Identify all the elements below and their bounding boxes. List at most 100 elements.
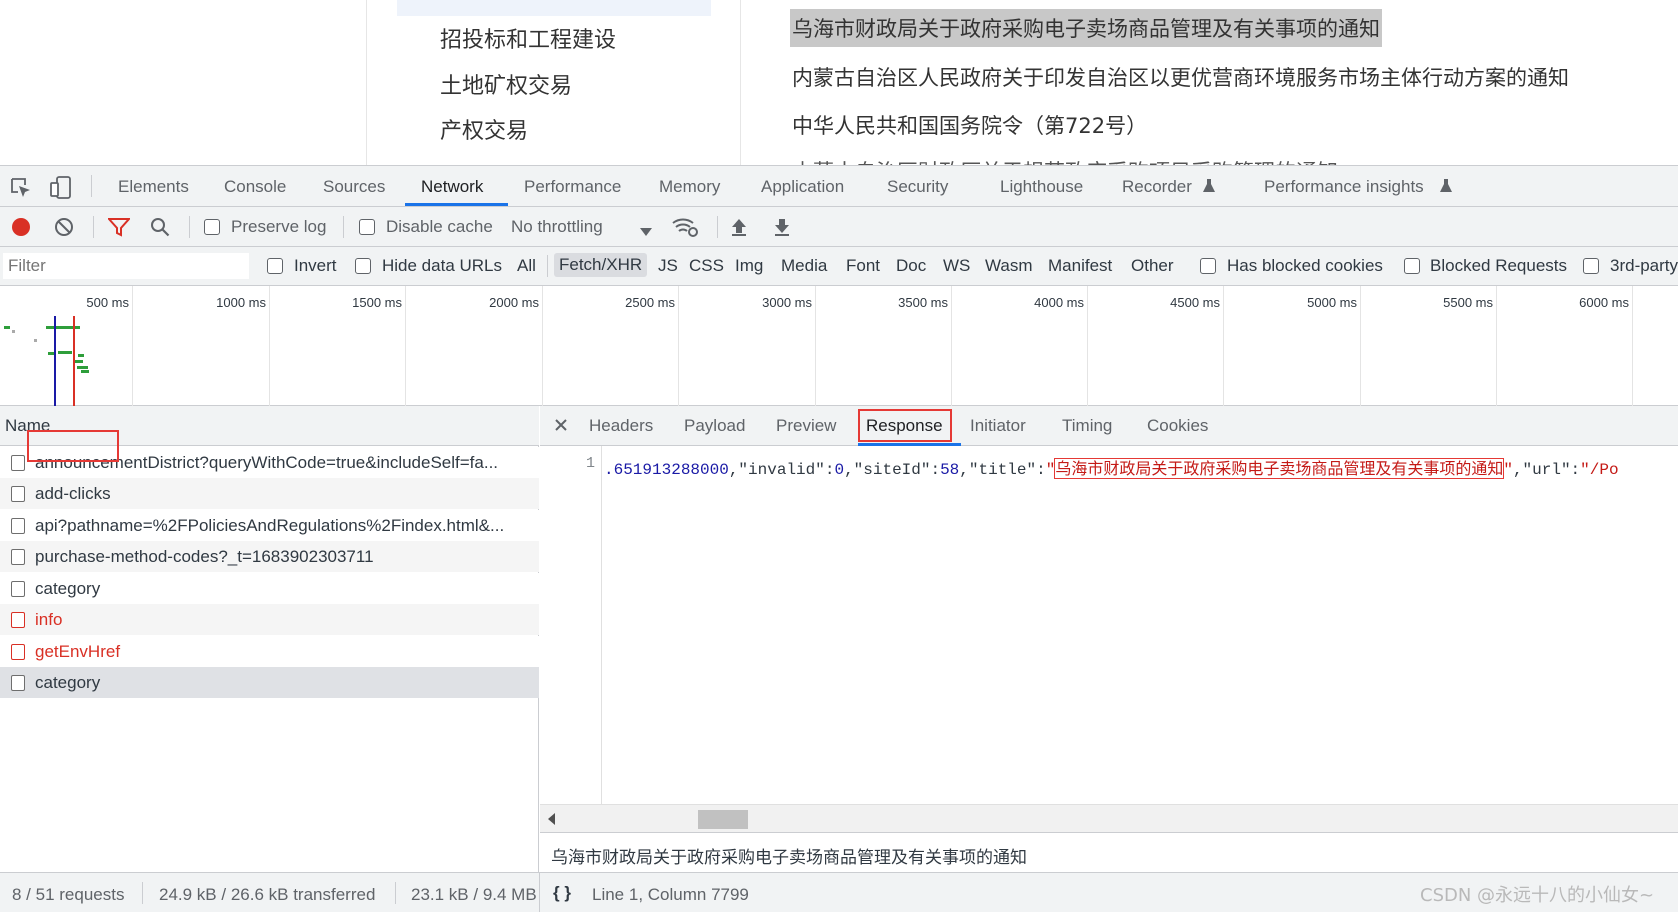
request-name: purchase-method-codes?_t=1683902303711 — [35, 547, 374, 566]
json-quote: " — [1503, 461, 1513, 479]
tab-headers[interactable]: Headers — [589, 416, 653, 436]
waterfall-bar — [58, 351, 72, 354]
disable-cache-checkbox[interactable] — [359, 219, 375, 235]
clear-icon[interactable] — [54, 217, 74, 242]
filter-type-manifest[interactable]: Manifest — [1048, 256, 1112, 276]
filter-funnel-icon[interactable] — [106, 217, 132, 242]
tab-performance-insights[interactable]: Performance insights — [1264, 177, 1424, 197]
annotation-highlight-box — [27, 430, 119, 462]
json-number: 58 — [940, 461, 960, 479]
nav-item-land-mining[interactable]: 土地矿权交易 — [440, 68, 572, 100]
request-row[interactable]: api?pathname=%2FPoliciesAndRegulations%2… — [0, 510, 539, 541]
filter-type-fetch-xhr[interactable]: Fetch/XHR — [554, 253, 648, 277]
search-icon[interactable] — [150, 217, 170, 242]
filter-type-js[interactable]: JS — [658, 256, 678, 276]
import-har-icon[interactable] — [730, 217, 748, 242]
news-link-clipped[interactable]: 内蒙古自治区财政厅关于规范政府采购项目采购管理的通知 — [792, 156, 1338, 165]
waterfall-bar — [12, 330, 15, 333]
network-overview-timeline[interactable]: 500 ms 1000 ms 1500 ms 2000 ms 2500 ms 3… — [0, 286, 1678, 406]
inspect-element-icon[interactable] — [10, 177, 32, 204]
news-link[interactable]: 内蒙古自治区人民政府关于印发自治区以更优营商环境服务市场主体行动方案的通知 — [792, 62, 1569, 92]
news-link[interactable]: 中华人民共和国国务院令（第722号） — [792, 110, 1147, 140]
request-row[interactable]: category — [0, 573, 539, 604]
filter-type-doc[interactable]: Doc — [896, 256, 926, 276]
request-name: getEnvHref — [35, 642, 121, 661]
request-name: category — [35, 673, 101, 692]
disable-cache-label: Disable cache — [386, 217, 493, 236]
tab-elements[interactable]: Elements — [118, 177, 189, 197]
tab-application[interactable]: Application — [761, 177, 844, 197]
scrollbar-thumb[interactable] — [698, 810, 748, 829]
request-checkbox[interactable] — [11, 486, 25, 502]
request-row-error[interactable]: getEnvHref — [0, 636, 539, 667]
request-checkbox[interactable] — [11, 644, 25, 660]
nav-item-property[interactable]: 产权交易 — [440, 113, 528, 145]
horizontal-scrollbar[interactable] — [540, 804, 1678, 832]
has-blocked-cookies-checkbox[interactable] — [1200, 258, 1216, 274]
response-body[interactable]: .651913288000,"invalid":0,"siteId":58,"t… — [604, 455, 1678, 479]
preserve-log-checkbox[interactable] — [204, 219, 220, 235]
request-row-selected[interactable]: category — [0, 667, 539, 698]
cursor-position: Line 1, Column 7799 — [592, 885, 749, 904]
search-result-bar[interactable]: 乌海市财政局关于政府采购电子卖场商品管理及有关事项的通知 — [540, 832, 1678, 872]
tab-cookies[interactable]: Cookies — [1147, 416, 1208, 436]
tab-recorder[interactable]: Recorder — [1122, 177, 1192, 197]
network-conditions-icon[interactable] — [671, 216, 699, 243]
filter-type-css[interactable]: CSS — [689, 256, 724, 276]
chevron-down-icon[interactable] — [640, 223, 652, 241]
search-result-text: 乌海市财政局关于政府采购电子卖场商品管理及有关事项的通知 — [551, 848, 1027, 868]
device-toolbar-icon[interactable] — [50, 176, 72, 205]
filter-type-wasm[interactable]: Wasm — [985, 256, 1033, 276]
request-checkbox[interactable] — [11, 612, 25, 628]
waterfall-bar — [34, 339, 37, 342]
json-title-value-highlighted: 乌海市财政局关于政府采购电子卖场商品管理及有关事项的通知 — [1054, 458, 1505, 479]
pretty-print-icon[interactable]: { } — [553, 883, 571, 903]
tab-initiator[interactable]: Initiator — [970, 416, 1026, 436]
selected-tab-indicator — [405, 203, 508, 206]
tab-performance[interactable]: Performance — [524, 177, 621, 197]
request-row[interactable]: add-clicks — [0, 478, 539, 509]
request-checkbox[interactable] — [11, 675, 25, 691]
web-page-content: 招投标和工程建设 土地矿权交易 产权交易 乌海市财政局关于政府采购电子卖场商品管… — [0, 0, 1678, 165]
request-name: api?pathname=%2FPoliciesAndRegulations%2… — [35, 516, 505, 535]
json-key: ,"url": — [1512, 461, 1581, 479]
close-icon[interactable] — [554, 418, 568, 437]
filter-type-other[interactable]: Other — [1131, 256, 1174, 276]
request-row[interactable]: purchase-method-codes?_t=1683902303711 — [0, 541, 539, 572]
blocked-requests-checkbox[interactable] — [1404, 258, 1420, 274]
tab-payload[interactable]: Payload — [684, 416, 745, 436]
filter-type-font[interactable]: Font — [846, 256, 880, 276]
tab-preview[interactable]: Preview — [776, 416, 836, 436]
third-party-checkbox[interactable] — [1583, 258, 1599, 274]
scroll-left-arrow-icon[interactable] — [548, 813, 555, 825]
nav-active-item[interactable] — [397, 0, 711, 16]
hide-data-urls-checkbox[interactable] — [355, 258, 371, 274]
filter-type-all[interactable]: All — [517, 256, 536, 276]
filter-type-ws[interactable]: WS — [943, 256, 970, 276]
request-checkbox[interactable] — [11, 518, 25, 534]
tab-memory[interactable]: Memory — [659, 177, 720, 197]
tab-timing[interactable]: Timing — [1062, 416, 1112, 436]
request-checkbox[interactable] — [11, 549, 25, 565]
tab-network[interactable]: Network — [421, 177, 483, 197]
request-row-error[interactable]: info — [0, 604, 539, 635]
news-link-selected[interactable]: 乌海市财政局关于政府采购电子卖场商品管理及有关事项的通知 — [790, 9, 1382, 47]
record-icon[interactable] — [11, 217, 31, 242]
tab-sources[interactable]: Sources — [323, 177, 385, 197]
tab-console[interactable]: Console — [224, 177, 286, 197]
nav-item-bidding[interactable]: 招投标和工程建设 — [440, 22, 616, 54]
filter-type-img[interactable]: Img — [735, 256, 763, 276]
request-checkbox[interactable] — [11, 581, 25, 597]
throttling-select[interactable]: No throttling — [511, 217, 603, 237]
waterfall-bar — [75, 360, 83, 363]
timeline-tick-label: 5000 ms — [1307, 295, 1357, 310]
filter-type-media[interactable]: Media — [781, 256, 827, 276]
tab-lighthouse[interactable]: Lighthouse — [1000, 177, 1083, 197]
tab-security[interactable]: Security — [887, 177, 948, 197]
request-checkbox[interactable] — [11, 455, 25, 471]
category-nav: 招投标和工程建设 土地矿权交易 产权交易 — [366, 0, 741, 165]
export-har-icon[interactable] — [773, 217, 791, 242]
filter-input[interactable] — [3, 253, 249, 279]
invert-checkbox[interactable] — [267, 258, 283, 274]
timeline-tick-label: 6000 ms — [1579, 295, 1629, 310]
